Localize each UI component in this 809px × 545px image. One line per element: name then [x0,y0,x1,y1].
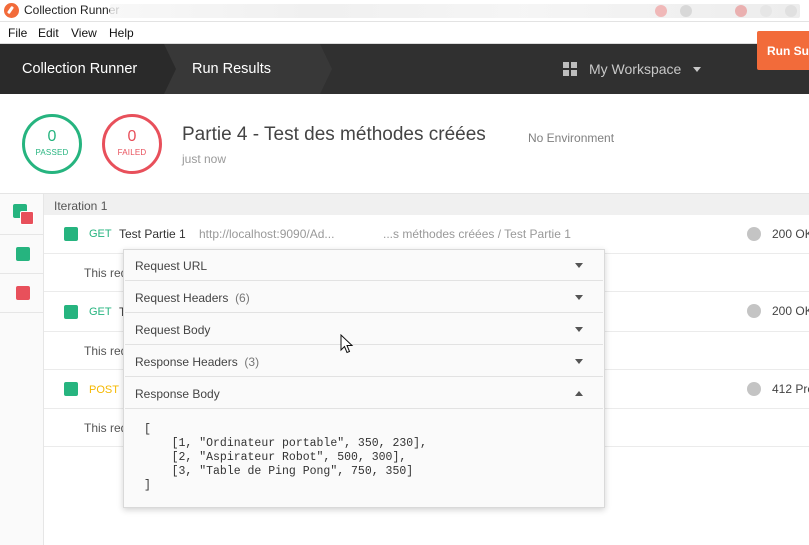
tab-run-results-label: Run Results [192,61,271,77]
request-details-popover: Request URL Request Headers (6) Request … [123,249,605,508]
test-result-text: This req [84,266,128,280]
response-status-icon [747,304,761,318]
test-result-text: This req [84,421,128,435]
request-url: http://localhost:9090/Ad... [199,227,335,241]
blurred-icon [785,5,797,17]
response-status-icon [747,227,761,241]
breadcrumb-chevron [320,44,332,94]
section-label: Response Headers (3) [135,355,260,369]
chevron-down-icon [693,67,701,72]
section-response-headers[interactable]: Response Headers (3) [125,346,603,377]
request-name: Test Partie 1 [119,227,186,241]
app-header: Collection Runner Run Results My Workspa… [0,44,809,94]
iteration-header: Iteration 1 [44,194,809,215]
section-label: Request Headers (6) [135,291,250,305]
response-code: 200 OK [772,227,809,241]
menu-bar: File Edit View Help [0,22,809,44]
run-summary-button[interactable]: Run Summary [757,31,809,70]
request-path: ...s méthodes créées / Test Partie 1 [383,227,571,241]
section-label: Request URL [135,259,208,273]
section-response-body[interactable]: Response Body [125,378,603,409]
tab-run-results[interactable]: Run Results [164,44,320,94]
iteration-label: Iteration 1 [54,199,108,213]
request-method: POST [89,384,119,396]
blurred-icon [680,5,692,17]
mouse-cursor-icon [340,334,354,354]
failed-counter: 0 FAILED [102,114,162,174]
test-result-text: This req [84,344,128,358]
blurred-icon [735,5,747,17]
passed-counter: 0 PASSED [22,114,82,174]
breadcrumb-chevron [164,44,176,94]
menu-help[interactable]: Help [109,26,134,40]
blurred-browser-tabs [110,4,800,18]
pass-status-icon [64,305,78,319]
iteration-rail [0,194,44,545]
section-count: (3) [244,355,260,369]
window-title: Collection Runner [24,3,120,17]
window-title-bar: Collection Runner [0,0,809,22]
pass-status-icon[interactable] [16,247,30,261]
section-request-headers[interactable]: Request Headers (6) [125,282,603,313]
tab-collection-runner-label: Collection Runner [22,61,138,77]
tab-collection-runner[interactable]: Collection Runner [0,44,164,94]
workspace-grid-icon [563,62,577,76]
run-summary-panel: 0 PASSED 0 FAILED Partie 4 - Test des mé… [0,94,809,194]
passed-label: PASSED [35,148,69,157]
request-method: GET [89,306,112,318]
blurred-icon [655,5,667,17]
passed-count: 0 [47,128,57,145]
workspace-name: My Workspace [589,61,682,77]
fail-status-icon[interactable] [16,286,30,300]
run-time: just now [182,152,227,166]
section-request-body[interactable]: Request Body [125,314,603,345]
response-code: 200 OK [772,304,809,318]
run-title: Partie 4 - Test des méthodes créées [182,124,486,145]
menu-edit[interactable]: Edit [38,26,59,40]
section-count: (6) [235,291,250,305]
chevron-down-icon [575,327,583,332]
failed-label: FAILED [117,148,147,157]
pass-status-icon [64,382,78,396]
chevron-down-icon [575,263,583,268]
chevron-down-icon [575,295,583,300]
section-label: Request Body [135,323,211,337]
request-method: GET [89,228,112,240]
section-label: Response Body [135,387,220,401]
chevron-down-icon [575,359,583,364]
environment-label: No Environment [528,131,615,145]
menu-view[interactable]: View [71,26,97,40]
chevron-up-icon [575,391,583,396]
blurred-icon [760,5,772,17]
section-request-url[interactable]: Request URL [125,250,603,281]
response-status-icon [747,382,761,396]
response-code: 412 Pre [772,382,809,396]
pass-status-icon [64,227,78,241]
menu-file[interactable]: File [8,26,27,40]
fail-status-icon[interactable] [20,211,34,225]
response-body-content[interactable]: [ [1, "Ordinateur portable", 350, 230], … [144,423,427,493]
postman-app-icon [4,3,19,18]
failed-count: 0 [127,128,137,145]
